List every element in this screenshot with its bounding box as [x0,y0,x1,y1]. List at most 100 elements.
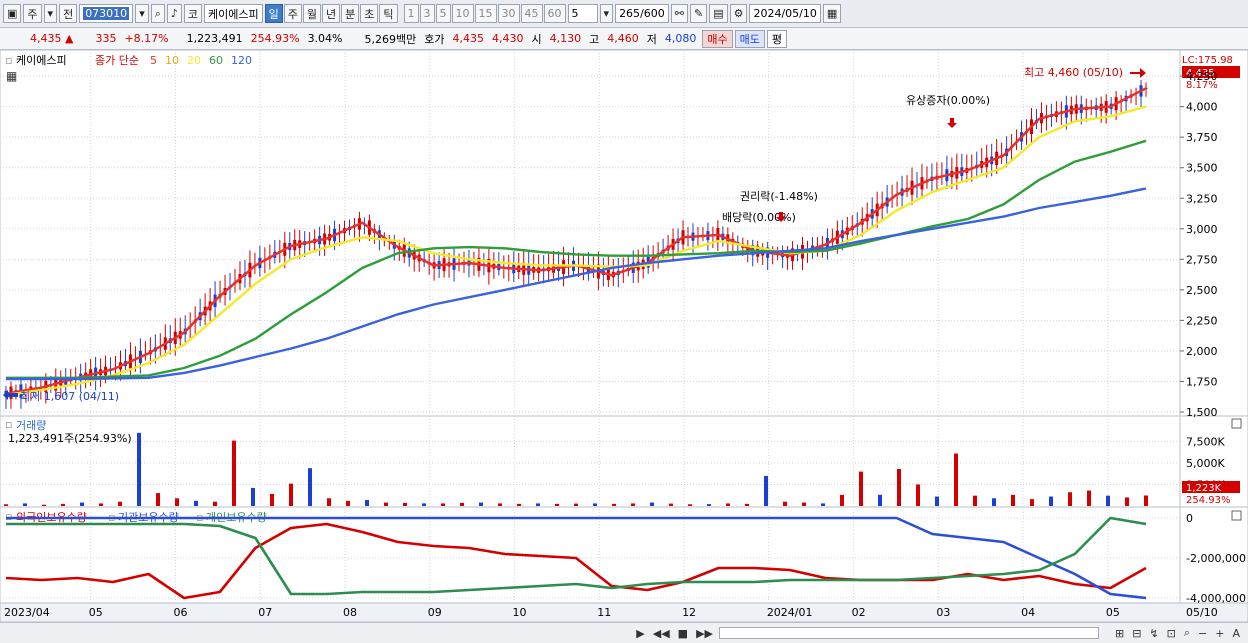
holding-settings-icon[interactable]: ▫ [5,510,12,523]
volume-bar [479,502,483,506]
code-dropdown-icon[interactable]: ▾ [135,4,149,23]
zoom-icon[interactable]: ⌕ [1182,626,1192,640]
volume-bar [916,484,920,506]
stock-name-field[interactable]: 케이에스피 [204,4,263,23]
volume-bar [555,503,559,506]
price-tick-10: 1,750 [1186,375,1218,388]
tool-icon-3[interactable]: ↯ [1147,627,1160,640]
volume-bar [593,503,597,506]
rewind-icon[interactable]: ◀◀ [651,627,672,640]
holding-close-icon[interactable] [1231,510,1242,521]
volume-bar [137,432,141,506]
code-input[interactable]: 073010 [79,4,134,23]
period-button-3[interactable]: 년 [322,4,341,23]
minute-button-5[interactable]: 5 [435,4,451,23]
custom-dropdown-icon[interactable]: ▾ [599,4,614,23]
volume-settings-icon[interactable]: ▫ [5,418,12,431]
volume-bar [422,503,426,506]
volume-bar [270,493,274,506]
bid-label: 호가 [424,32,445,46]
volume-bar [878,494,882,506]
minute-button-1[interactable]: 1 [403,4,419,23]
chevron-down-icon[interactable]: ▾ [43,4,58,23]
status-bar: ▶ ◀◀ ■ ▶▶ ⊞ ⊟ ↯ ⊡ ⌕ − + A [0,622,1248,643]
tool-icon-2[interactable]: ⊟ [1130,627,1143,640]
volume-panel-title[interactable]: 거래량 [16,419,46,432]
period-button-4[interactable]: 분 [341,4,360,23]
settings-dot-icon[interactable]: ▫ [5,54,12,67]
table-icon[interactable]: ▦ [6,69,17,83]
search-icon[interactable]: ⌕ [150,4,165,23]
period-select[interactable]: 주 [23,4,42,23]
minute-button-10[interactable]: 10 [451,4,474,23]
volume-bar [251,487,255,506]
eval-button[interactable]: 평 [766,29,787,48]
x-label-0: 2023/04 [4,606,50,619]
volume-bar [783,501,787,506]
sell-button[interactable]: 매도 [734,29,765,48]
minute-button-3[interactable]: 3 [419,4,435,23]
minute-button-60[interactable]: 60 [543,4,566,23]
minute-button-30[interactable]: 30 [497,4,520,23]
period-buttons: 일주월년분초틱 [264,4,398,23]
tool-icon-1[interactable]: ⊞ [1113,627,1126,640]
volume-bar [289,483,293,506]
stop-icon[interactable]: ■ [676,627,690,640]
play-icon[interactable]: ▶ [634,627,646,640]
horizontal-scrollbar[interactable] [718,627,1099,639]
volume-bar [745,503,749,506]
date-input[interactable]: 2024/05/10 [749,4,821,23]
plus-icon[interactable]: + [1213,627,1226,640]
minus-icon[interactable]: − [1196,627,1209,640]
market-button[interactable]: 코 [183,4,203,23]
indicator-icon[interactable]: ⚯ [670,4,688,23]
ma-legend-5: 5 [150,54,157,67]
fast-forward-icon[interactable]: ▶▶ [694,627,715,640]
open-label: 시 [531,32,542,46]
volume-bar [764,475,768,506]
volume-bar [327,498,331,506]
volume-bar [23,503,27,506]
volume-bar [1030,499,1034,506]
buy-button[interactable]: 매수 [702,29,733,48]
volume-bar [441,503,445,506]
minute-button-15[interactable]: 15 [474,4,497,23]
volume-value: 1,223,491 [186,32,243,45]
volume-panel [0,415,1181,508]
gear-icon[interactable]: ⚙ [729,4,748,23]
period-button-0[interactable]: 일 [264,4,283,23]
volume-bar [1068,492,1072,506]
price-tick-3: 3,500 [1186,162,1218,175]
minute-button-45[interactable]: 45 [520,4,543,23]
high-annotation: 최고 4,460 (05/10) [1024,66,1123,79]
calendar-icon[interactable]: ▦ [822,4,842,23]
volume-bar [935,496,939,506]
font-size-button[interactable]: A [1230,627,1242,640]
layout-icon[interactable]: ▣ [3,4,22,23]
volume-bar [232,440,236,506]
volume-bar [99,503,103,506]
count-input[interactable]: 265/600 [615,4,669,23]
volume-bar [194,500,198,506]
speaker-icon[interactable]: ♪ [166,4,182,23]
period-button-6[interactable]: 틱 [379,4,398,23]
save-icon[interactable]: ▤ [709,4,728,23]
x-label-7: 11 [597,606,611,619]
period-button-5[interactable]: 초 [360,4,379,23]
volume-bar [897,469,901,506]
custom-period-input[interactable]: 5 [567,4,598,23]
prev-button[interactable]: 전 [59,4,78,23]
volume-bar [346,500,350,506]
stock-chart[interactable]: ▫ 케이에스피 종가 단순 5 10 20 60 120 ▦ 최고 4,460 (05/… [0,50,1248,622]
volume-close-icon[interactable] [1231,418,1242,429]
volume-bar [840,494,844,506]
x-label-10: 02 [852,606,866,619]
period-button-2[interactable]: 월 [302,4,322,23]
tool-icon-4[interactable]: ⊡ [1165,627,1178,640]
price-panel-title[interactable]: 케이에스피 [16,54,67,67]
draw-icon[interactable]: ✎ [689,4,708,23]
price-tick-4: 3,250 [1186,192,1218,205]
volume-bar [992,498,996,506]
period-button-1[interactable]: 주 [283,4,302,23]
volume-bar [308,468,312,506]
